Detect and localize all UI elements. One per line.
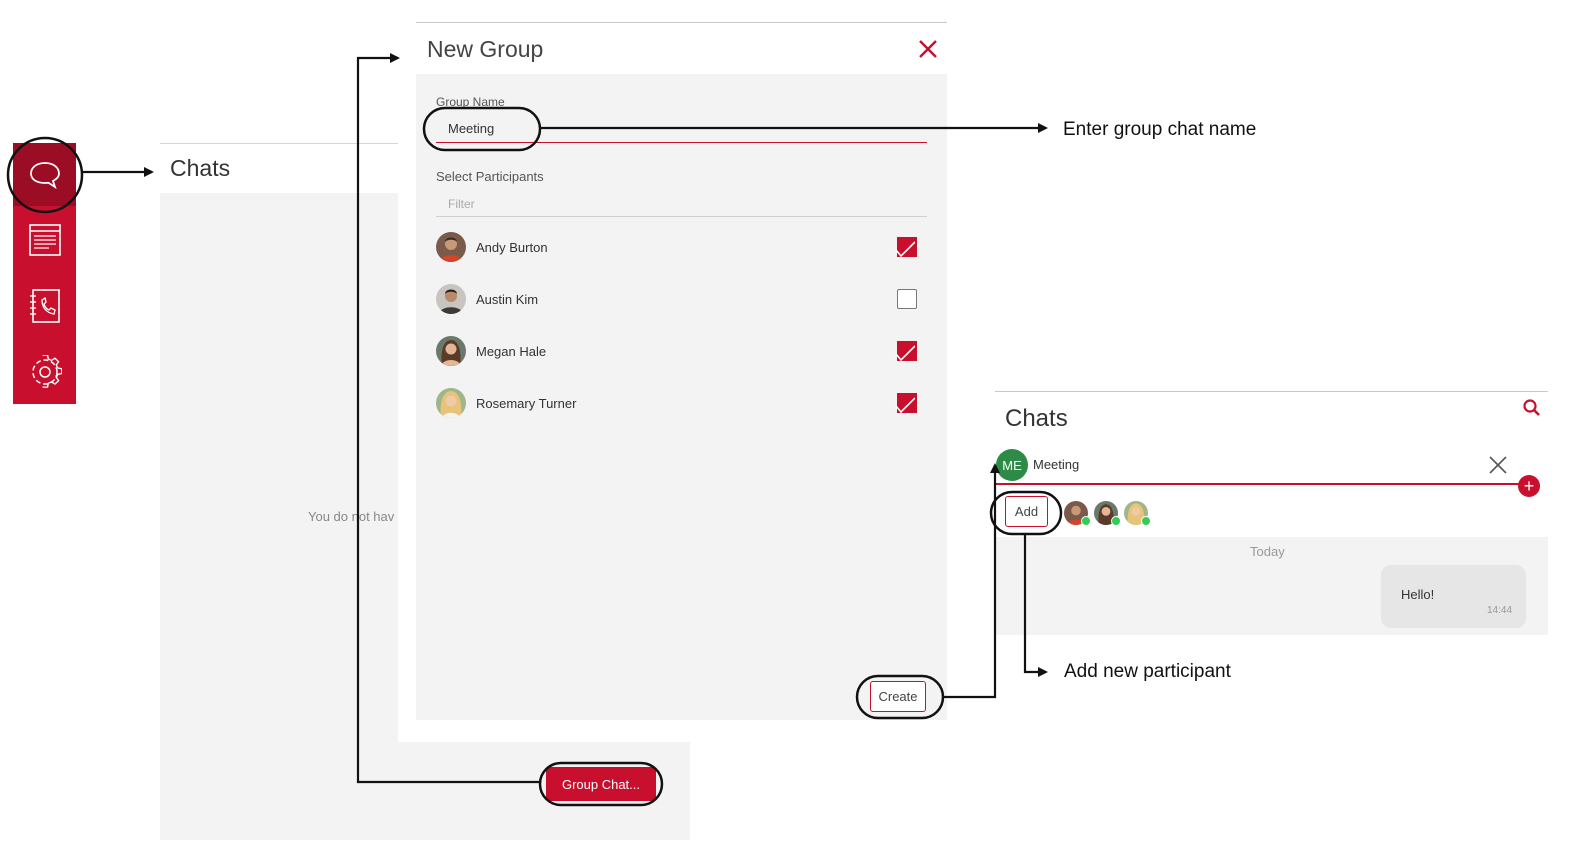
participant-checkbox[interactable] [895,237,917,258]
participant-checkbox[interactable] [897,289,917,309]
avatar [436,336,466,366]
group-chat-name: Meeting [1033,457,1080,472]
annotation-group-name: Enter group chat name [1063,119,1257,140]
empty-state-text: You do not hav [308,509,395,524]
participant-row[interactable]: Rosemary Turner [436,383,927,423]
group-name-label: Group Name [436,95,505,109]
create-button[interactable]: Create [870,681,926,712]
sidebar-item-contacts[interactable] [13,274,76,337]
search-icon [1523,399,1540,416]
participant-avatar[interactable] [1094,501,1121,526]
callout-arrow [943,463,1000,699]
online-status-dot [1081,516,1091,526]
participant-checkbox[interactable] [895,393,917,414]
chat-bubble-icon [29,161,60,189]
sidebar-item-chats[interactable] [13,143,76,206]
check-icon [895,397,915,414]
participants-label: Select Participants [436,169,544,184]
chat-window-title: Chats [1005,405,1068,432]
plus-icon: + [1523,476,1535,496]
group-chat-button[interactable]: Group Chat... [546,767,656,801]
filter-input[interactable] [436,192,927,217]
participant-avatar[interactable] [1124,501,1151,526]
participant-name: Megan Hale [476,343,547,359]
close-chat-button[interactable] [1488,455,1508,475]
check-icon [895,241,915,258]
add-participant-button[interactable]: Add [1005,496,1048,527]
sidebar [13,143,76,404]
gear-icon [31,354,62,388]
message-text: Hello! [1401,587,1435,602]
participant-row[interactable]: Andy Burton [436,227,927,267]
sidebar-item-news[interactable] [13,208,76,271]
group-avatar: ME [996,449,1028,481]
annotation-add-participant: Add new participant [1064,661,1231,682]
participant-name: Rosemary Turner [476,395,577,411]
participant-name: Andy Burton [476,239,548,255]
dialog-title: New Group [427,36,544,62]
group-name-input[interactable] [436,114,927,143]
avatar [436,284,466,314]
newspaper-icon [28,223,61,256]
phonebook-icon [29,288,60,323]
message-timestamp: 14:44 [1487,605,1513,616]
online-status-dot [1111,516,1121,526]
date-divider: Today [1250,544,1285,559]
divider [995,483,1525,485]
avatar [436,388,466,418]
close-icon [919,40,937,58]
sidebar-item-settings[interactable] [13,340,76,403]
search-button[interactable] [1522,398,1542,418]
page-title: Chats [170,155,231,181]
participant-name: Austin Kim [476,291,539,307]
close-icon [1489,456,1507,474]
add-fab-button[interactable]: + [1518,475,1540,497]
check-icon [895,345,915,362]
participant-checkbox[interactable] [895,341,917,362]
online-status-dot [1141,516,1151,526]
dialog-close-button[interactable] [916,37,940,61]
avatar [436,232,466,262]
participant-row[interactable]: Megan Hale [436,331,927,371]
participant-row[interactable]: Austin Kim [436,279,927,319]
participant-avatar[interactable] [1064,501,1091,526]
